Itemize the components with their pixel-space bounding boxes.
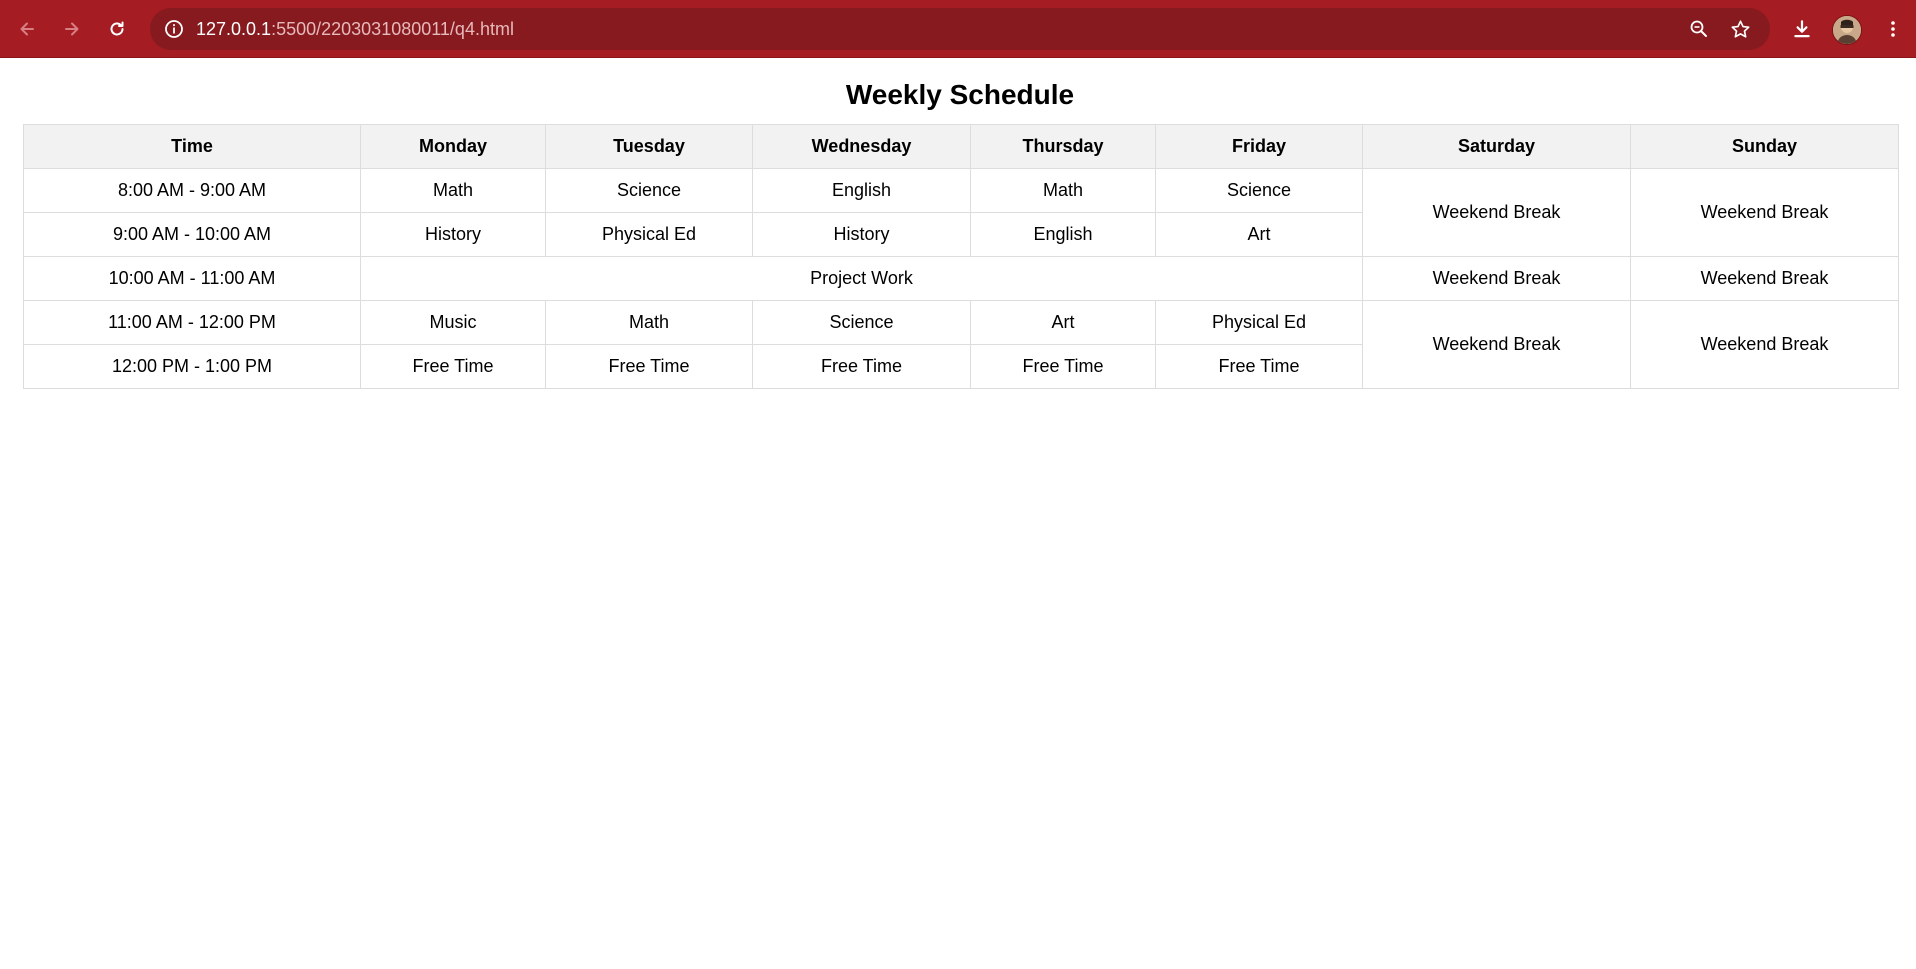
table-cell: Science xyxy=(1155,168,1363,213)
header-tuesday: Tuesday xyxy=(545,124,753,169)
weekend-cell: Weekend Break xyxy=(1630,300,1899,389)
avatar[interactable] xyxy=(1832,15,1862,45)
table-cell: English xyxy=(752,168,971,213)
kebab-menu-icon xyxy=(1891,21,1895,37)
profile-avatar-icon xyxy=(1833,16,1861,44)
table-cell: Math xyxy=(970,168,1156,213)
table-row: 11:00 AM - 12:00 PM Music Math Science A… xyxy=(23,300,1899,389)
table-cell: Free Time xyxy=(752,344,971,389)
browser-toolbar: 127.0.0.1:5500/2203031080011/q4.html xyxy=(0,0,1916,58)
browser-menu-button[interactable] xyxy=(1876,12,1910,46)
bookmark-button[interactable] xyxy=(1727,16,1753,42)
table-cell: History xyxy=(752,212,971,257)
back-button[interactable] xyxy=(10,12,44,46)
weekly-schedule-table: Time Monday Tuesday Wednesday Thursday F… xyxy=(23,124,1899,389)
table-cell: Art xyxy=(970,300,1156,345)
table-cell: Free Time xyxy=(545,344,753,389)
table-cell: Free Time xyxy=(360,344,546,389)
info-icon xyxy=(165,20,183,38)
table-cell: Free Time xyxy=(970,344,1156,389)
weekend-cell: Weekend Break xyxy=(1362,300,1631,389)
weekend-cell: Weekend Break xyxy=(1362,168,1631,257)
page-title: Weekly Schedule xyxy=(845,79,1075,110)
table-cell: Math xyxy=(545,300,753,345)
header-monday: Monday xyxy=(360,124,546,169)
zoom-button[interactable] xyxy=(1686,16,1712,42)
time-cell: 10:00 AM - 11:00 AM xyxy=(23,256,361,301)
page-content: Weekly Schedule Time Monday Tuesday Wedn… xyxy=(0,59,1916,969)
table-row: 10:00 AM - 11:00 AM Project Work Weekend… xyxy=(23,256,1899,301)
zoom-icon xyxy=(1690,20,1707,37)
arrow-left-icon xyxy=(20,22,34,36)
reload-button[interactable] xyxy=(100,12,134,46)
download-button[interactable] xyxy=(1785,12,1819,46)
table-cell: Physical Ed xyxy=(545,212,753,257)
time-cell: 9:00 AM - 10:00 AM xyxy=(23,212,361,257)
table-cell: Art xyxy=(1155,212,1363,257)
weekend-cell: Weekend Break xyxy=(1630,256,1899,301)
table-row: 8:00 AM - 9:00 AM Math Science English M… xyxy=(23,168,1899,257)
star-icon xyxy=(1730,19,1750,38)
url-path: :5500/2203031080011/q4.html xyxy=(271,19,514,39)
time-cell: 12:00 PM - 1:00 PM xyxy=(23,344,361,389)
weekend-cell: Weekend Break xyxy=(1630,168,1899,257)
reload-icon xyxy=(110,21,124,36)
merged-cell: Project Work xyxy=(360,256,1363,301)
table-cell: Math xyxy=(360,168,546,213)
url-text[interactable]: 127.0.0.1:5500/2203031080011/q4.html xyxy=(196,8,514,50)
table-cell: Free Time xyxy=(1155,344,1363,389)
table-cell: Science xyxy=(545,168,753,213)
table-cell: Physical Ed xyxy=(1155,300,1363,345)
header-time: Time xyxy=(23,124,361,169)
forward-button[interactable] xyxy=(55,12,89,46)
time-cell: 11:00 AM - 12:00 PM xyxy=(23,300,361,345)
site-info-button[interactable] xyxy=(162,17,186,41)
header-wednesday: Wednesday xyxy=(752,124,971,169)
url-host: 127.0.0.1 xyxy=(196,19,272,39)
header-saturday: Saturday xyxy=(1362,124,1631,169)
table-header-row: Time Monday Tuesday Wednesday Thursday F… xyxy=(23,124,1899,169)
table-cell: English xyxy=(970,212,1156,257)
header-thursday: Thursday xyxy=(970,124,1156,169)
header-friday: Friday xyxy=(1155,124,1363,169)
address-bar[interactable]: 127.0.0.1:5500/2203031080011/q4.html xyxy=(150,8,1770,50)
header-sunday: Sunday xyxy=(1630,124,1899,169)
time-cell: 8:00 AM - 9:00 AM xyxy=(23,168,361,213)
table-cell: History xyxy=(360,212,546,257)
download-icon xyxy=(1794,20,1810,38)
arrow-right-icon xyxy=(65,22,79,36)
table-cell: Music xyxy=(360,300,546,345)
weekend-cell: Weekend Break xyxy=(1362,256,1631,301)
table-cell: Science xyxy=(752,300,971,345)
